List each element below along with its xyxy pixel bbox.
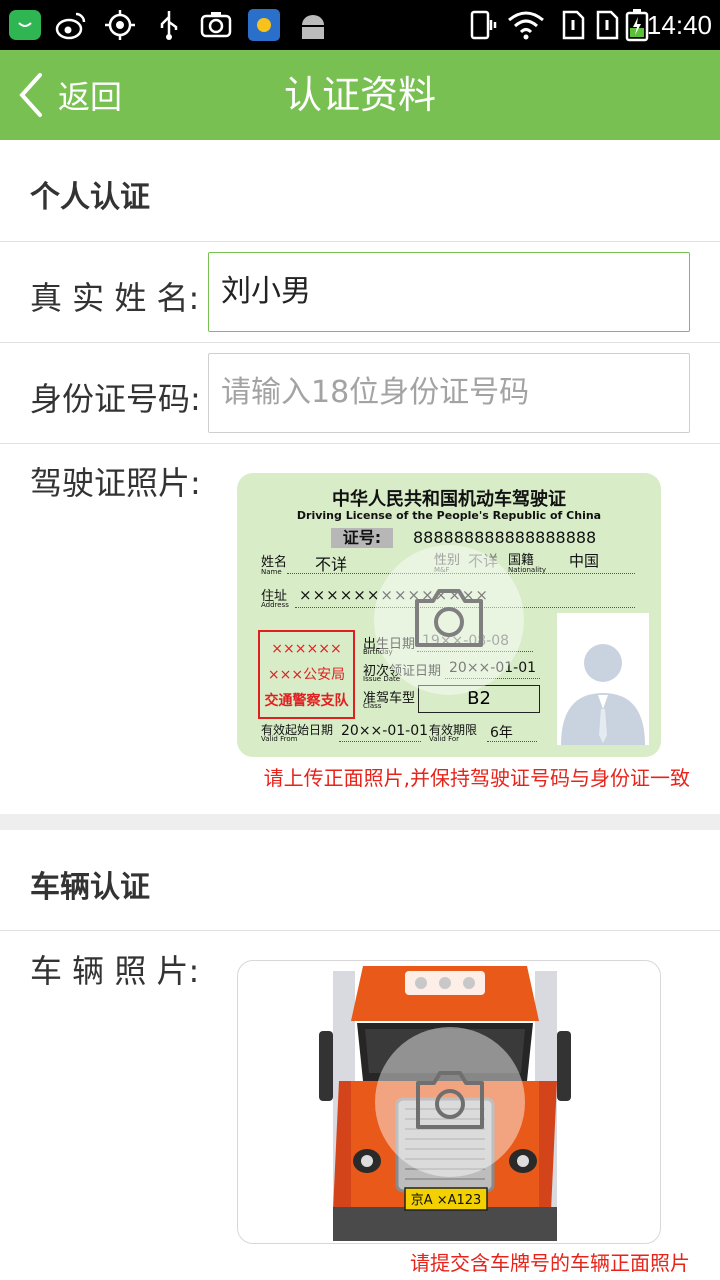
license-number: 888888888888888888 bbox=[413, 528, 597, 547]
stamp-line: ×××××× bbox=[271, 641, 342, 657]
id-number-label: 身份证号码: bbox=[30, 380, 201, 418]
camera-icon bbox=[416, 1071, 484, 1129]
id-number-placeholder: 请输入18位身份证号码 bbox=[221, 375, 530, 410]
camera-icon bbox=[200, 12, 232, 38]
sim-2-icon bbox=[596, 10, 619, 40]
name-label: 真 实 姓 名: bbox=[30, 279, 200, 317]
camera-icon bbox=[415, 589, 483, 647]
back-button[interactable]: 返回 bbox=[14, 66, 144, 124]
name-input[interactable]: 刘小男 bbox=[208, 252, 690, 332]
vehicle-photo-upload[interactable]: 京A ×A123 bbox=[237, 960, 661, 1244]
usb-icon bbox=[160, 11, 178, 40]
divider bbox=[0, 342, 720, 343]
wifi-icon bbox=[508, 11, 544, 40]
section-title-vehicle: 车辆认证 bbox=[30, 870, 150, 905]
license-title-cn: 中华人民共和国机动车驾驶证 bbox=[332, 489, 566, 510]
name-field-value: 不详 bbox=[315, 555, 348, 574]
stamp-line: 交通警察支队 bbox=[264, 693, 349, 709]
upload-overlay bbox=[375, 1027, 525, 1177]
nationality-value: 中国 bbox=[569, 552, 600, 570]
class-label-en: Class bbox=[363, 702, 382, 710]
name-input-value: 刘小男 bbox=[221, 274, 311, 309]
valid-for-value: 6年 bbox=[490, 725, 513, 741]
license-plate-text: 京A ×A123 bbox=[411, 1193, 482, 1208]
weibo-icon bbox=[55, 12, 86, 40]
valid-for-label-en: Valid For bbox=[429, 735, 460, 743]
weather-icon bbox=[248, 9, 280, 41]
android-icon bbox=[302, 15, 324, 39]
chevron-left-icon bbox=[19, 73, 42, 117]
clock: 14:40 bbox=[646, 10, 712, 40]
license-photo-label: 驾驶证照片: bbox=[30, 464, 201, 502]
app-header: 返回 认证资料 bbox=[0, 50, 720, 140]
license-title-en: Driving License of the People's Republic… bbox=[296, 509, 602, 522]
divider bbox=[0, 443, 720, 444]
divider bbox=[0, 930, 720, 931]
section-gap bbox=[0, 814, 720, 830]
person-avatar-icon bbox=[557, 613, 649, 745]
divider bbox=[0, 241, 720, 242]
portrait-placeholder bbox=[557, 613, 649, 745]
app-store-icon bbox=[9, 10, 41, 40]
issuing-authority-stamp: ×××××× ×××公安局 交通警察支队 bbox=[258, 630, 355, 719]
valid-from-value: 20××-01-01 bbox=[341, 723, 429, 739]
vibrate-icon bbox=[470, 10, 497, 40]
dotted-line bbox=[339, 741, 421, 742]
status-bar: 14:40 bbox=[0, 0, 720, 50]
license-number-label: 证号: bbox=[331, 528, 393, 548]
stamp-line: ×××公安局 bbox=[267, 667, 346, 683]
sim-1-icon bbox=[562, 10, 585, 40]
vehicle-photo-label: 车 辆 照 片: bbox=[30, 952, 200, 990]
address-label-en: Address bbox=[261, 601, 289, 609]
vehicle-hint: 请提交含车牌号的车辆正面照片 bbox=[410, 1251, 690, 1275]
upload-overlay bbox=[374, 545, 524, 695]
id-number-input[interactable]: 请输入18位身份证号码 bbox=[208, 353, 690, 433]
license-hint: 请上传正面照片,并保持驾驶证号码与身份证一致 bbox=[263, 766, 690, 790]
license-photo-upload[interactable]: 中华人民共和国机动车驾驶证 Driving License of the Peo… bbox=[237, 473, 661, 757]
location-icon bbox=[105, 10, 135, 40]
section-title-personal: 个人认证 bbox=[30, 180, 150, 215]
name-field-label-en: Name bbox=[261, 568, 282, 576]
back-label: 返回 bbox=[58, 78, 123, 116]
dotted-line bbox=[487, 741, 537, 742]
valid-from-label-en: Valid From bbox=[261, 735, 298, 743]
issue-date-label-en: Issue Date bbox=[363, 675, 401, 683]
